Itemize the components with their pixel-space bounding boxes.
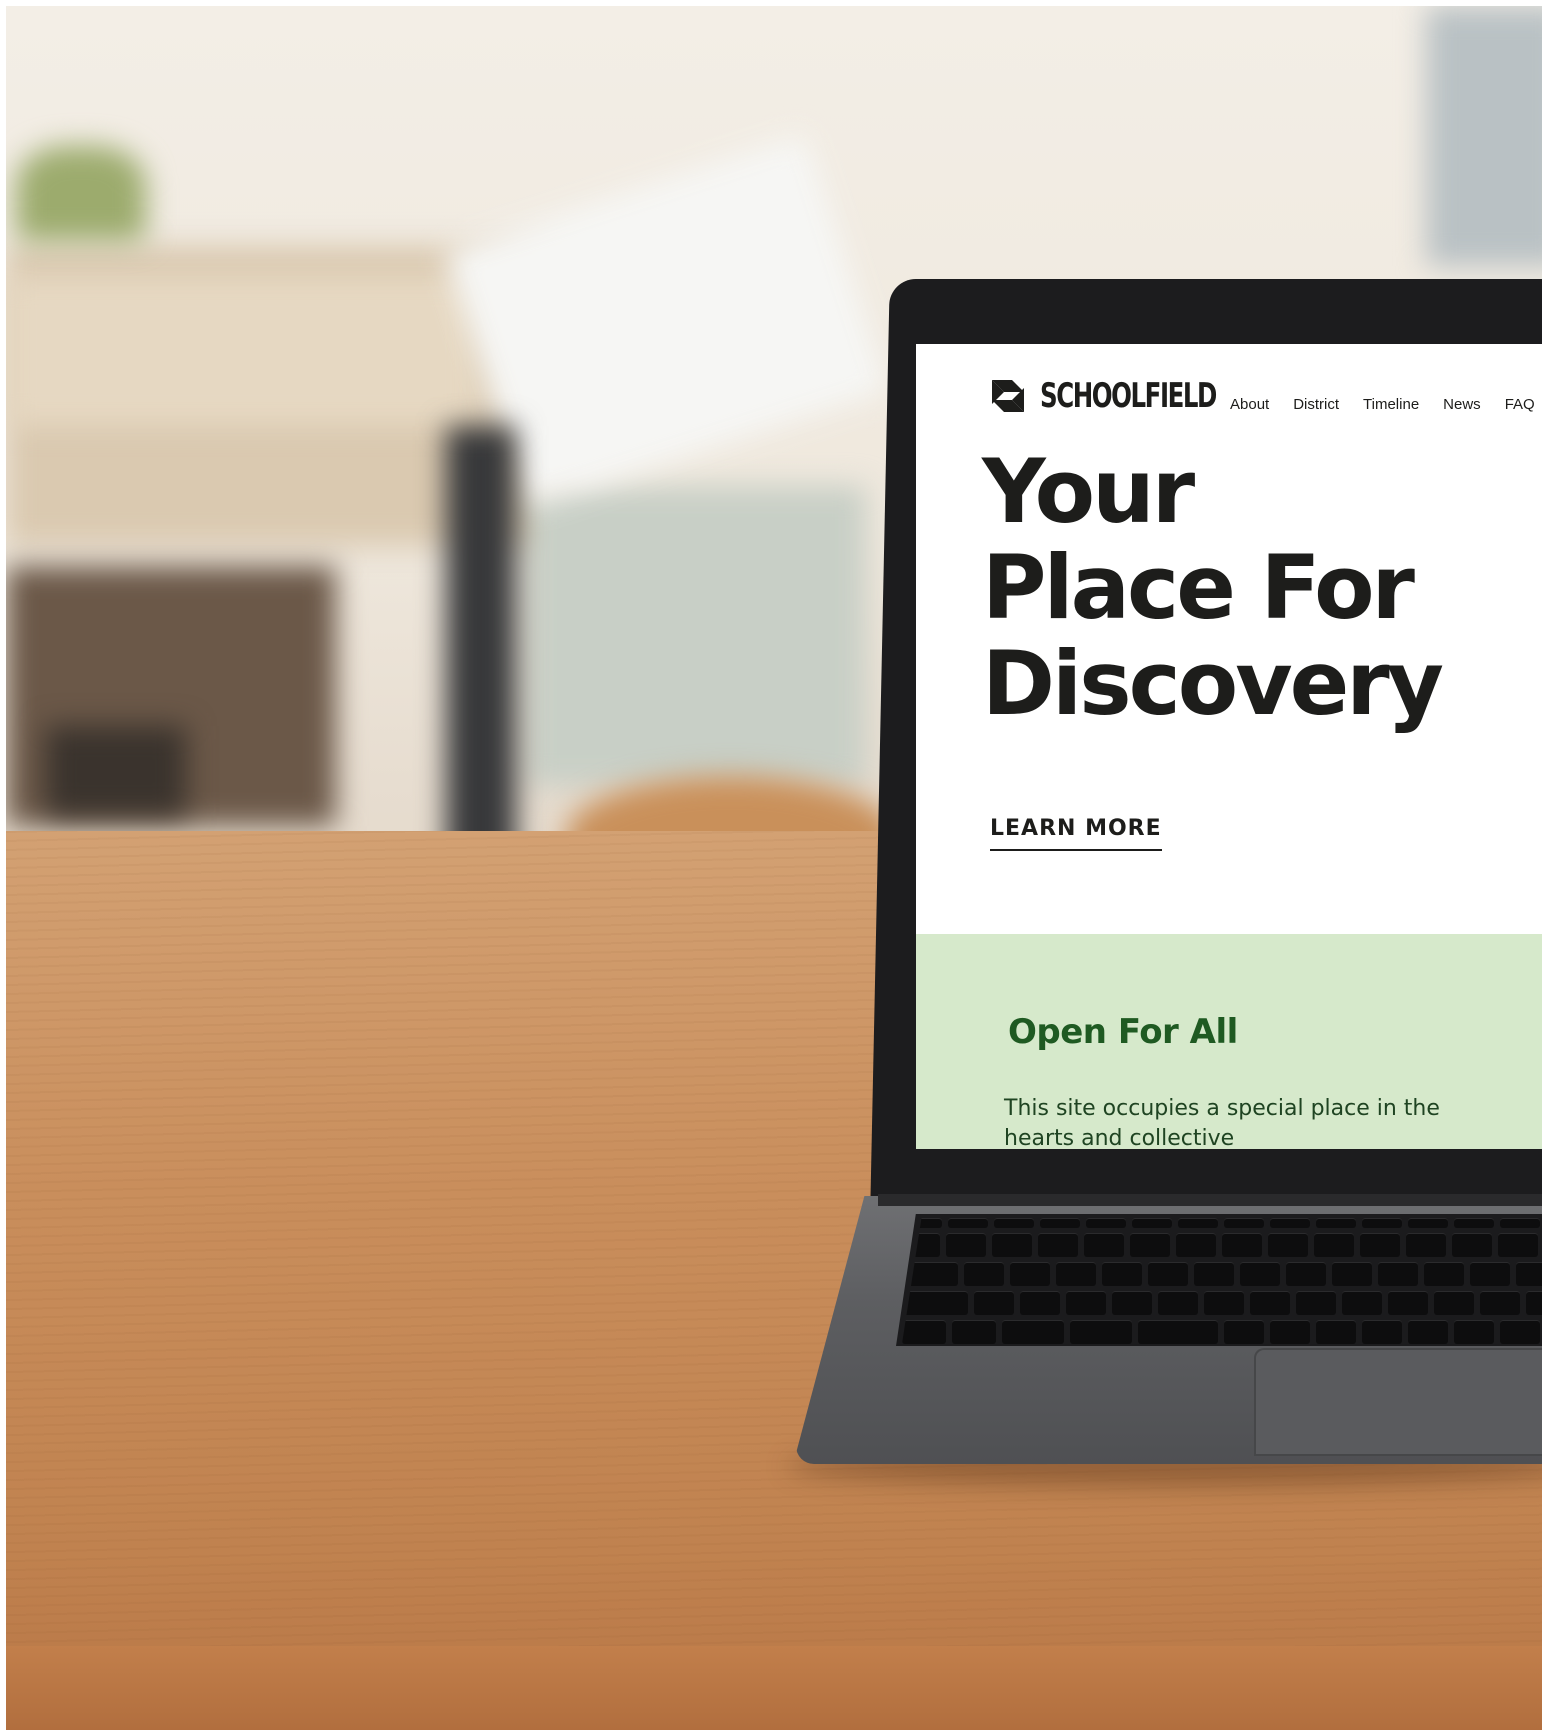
keyboard-key <box>1388 1291 1428 1315</box>
keyboard-key <box>1498 1233 1538 1257</box>
keyboard-key <box>1480 1291 1520 1315</box>
learn-more-link[interactable]: LEARN MORE <box>990 816 1162 851</box>
keyboard-key <box>1316 1218 1356 1228</box>
keyboard-key <box>1222 1233 1262 1257</box>
keyboard-key <box>946 1233 986 1257</box>
background-shadow <box>46 726 186 816</box>
keyboard-key <box>1240 1262 1280 1286</box>
keyboard-row <box>902 1262 1542 1286</box>
keyboard-key <box>1314 1233 1354 1257</box>
keyboard-key <box>1178 1218 1218 1228</box>
keyboard-key <box>1112 1291 1152 1315</box>
keyboard-row <box>902 1218 1542 1228</box>
keyboard-key <box>1406 1233 1446 1257</box>
keyboard-key <box>1316 1320 1356 1344</box>
keyboard-key <box>1010 1262 1050 1286</box>
keyboard-key <box>1148 1262 1188 1286</box>
keyboard-key <box>1002 1320 1064 1344</box>
keyboard-row <box>902 1320 1542 1344</box>
nav-district[interactable]: District <box>1293 396 1339 413</box>
keyboard-key <box>1130 1233 1170 1257</box>
keyboard-key <box>1086 1218 1126 1228</box>
keyboard-key <box>1268 1233 1308 1257</box>
keyboard-key <box>948 1218 988 1228</box>
background-glass <box>526 486 866 786</box>
keyboard-key <box>1194 1262 1234 1286</box>
keyboard-key <box>1362 1320 1402 1344</box>
background-counter <box>6 276 476 426</box>
hero-line: Discovery <box>982 632 1444 735</box>
keyboard-row <box>902 1233 1542 1257</box>
keyboard-key <box>1526 1291 1542 1315</box>
keyboard-key <box>974 1291 1014 1315</box>
logo-wordmark: SCHOOLFIELD <box>1040 376 1217 416</box>
keyboard-key <box>1270 1218 1310 1228</box>
keyboard-key <box>1158 1291 1198 1315</box>
section-body: This site occupies a special place in th… <box>1004 1096 1440 1149</box>
keyboard-key <box>1424 1262 1464 1286</box>
hero-line: Place For <box>982 536 1415 639</box>
keyboard-key <box>1224 1320 1264 1344</box>
keyboard-key <box>1470 1262 1510 1286</box>
keyboard <box>902 1218 1542 1344</box>
keyboard-key <box>1084 1233 1124 1257</box>
keyboard-key <box>992 1233 1032 1257</box>
keyboard-key <box>1516 1262 1542 1286</box>
keyboard-key <box>1454 1218 1494 1228</box>
keyboard-key <box>1454 1320 1494 1344</box>
keyboard-key <box>1360 1233 1400 1257</box>
photo-scene: SCHOOLFIELD About District Timeline News… <box>6 6 1542 1730</box>
keyboard-key <box>1038 1233 1078 1257</box>
trackpad <box>1254 1348 1542 1456</box>
keyboard-key <box>1224 1218 1264 1228</box>
background-chair-leg <box>446 426 516 866</box>
keyboard-key <box>1204 1291 1244 1315</box>
keyboard-key <box>1286 1262 1326 1286</box>
keyboard-key <box>1452 1233 1492 1257</box>
keyboard-key <box>1138 1320 1218 1344</box>
keyboard-key <box>1332 1262 1372 1286</box>
keyboard-key <box>1066 1291 1106 1315</box>
keyboard-key <box>952 1320 996 1344</box>
keyboard-key <box>964 1262 1004 1286</box>
keyboard-key <box>1070 1320 1132 1344</box>
keyboard-key <box>902 1320 946 1344</box>
keyboard-key <box>1250 1291 1290 1315</box>
keyboard-key <box>1500 1218 1540 1228</box>
s-monogram-icon <box>992 380 1024 412</box>
keyboard-key <box>1040 1218 1080 1228</box>
keyboard-key <box>1270 1320 1310 1344</box>
keyboard-key <box>1056 1262 1096 1286</box>
keyboard-key <box>1362 1218 1402 1228</box>
laptop-screen: SCHOOLFIELD About District Timeline News… <box>916 344 1542 1149</box>
open-for-all-section: Open For All This site occupies a specia… <box>916 934 1542 1149</box>
keyboard-key <box>1176 1233 1216 1257</box>
keyboard-key <box>1408 1218 1448 1228</box>
table-edge <box>6 1646 1542 1730</box>
nav-faq[interactable]: FAQ <box>1505 396 1535 413</box>
keyboard-row <box>902 1291 1542 1315</box>
keyboard-key <box>902 1291 968 1315</box>
nav-about[interactable]: About <box>1230 396 1269 413</box>
keyboard-key <box>1132 1218 1172 1228</box>
keyboard-key <box>1378 1262 1418 1286</box>
section-title: Open For All <box>1008 1012 1238 1052</box>
nav-timeline[interactable]: Timeline <box>1363 396 1419 413</box>
keyboard-key <box>994 1218 1034 1228</box>
hero-heading: Your Place For Discovery <box>982 444 1542 732</box>
keyboard-key <box>1500 1320 1540 1344</box>
laptop-hinge <box>878 1194 1542 1206</box>
keyboard-key <box>1296 1291 1336 1315</box>
background-plant <box>16 146 146 241</box>
main-nav: About District Timeline News FAQ <box>1230 396 1535 413</box>
keyboard-key <box>1342 1291 1382 1315</box>
keyboard-key <box>1408 1320 1448 1344</box>
keyboard-key <box>1434 1291 1474 1315</box>
nav-news[interactable]: News <box>1443 396 1481 413</box>
background-window <box>1426 6 1542 266</box>
hero-line: Your <box>982 440 1195 543</box>
keyboard-key <box>1020 1291 1060 1315</box>
keyboard-key <box>1102 1262 1142 1286</box>
